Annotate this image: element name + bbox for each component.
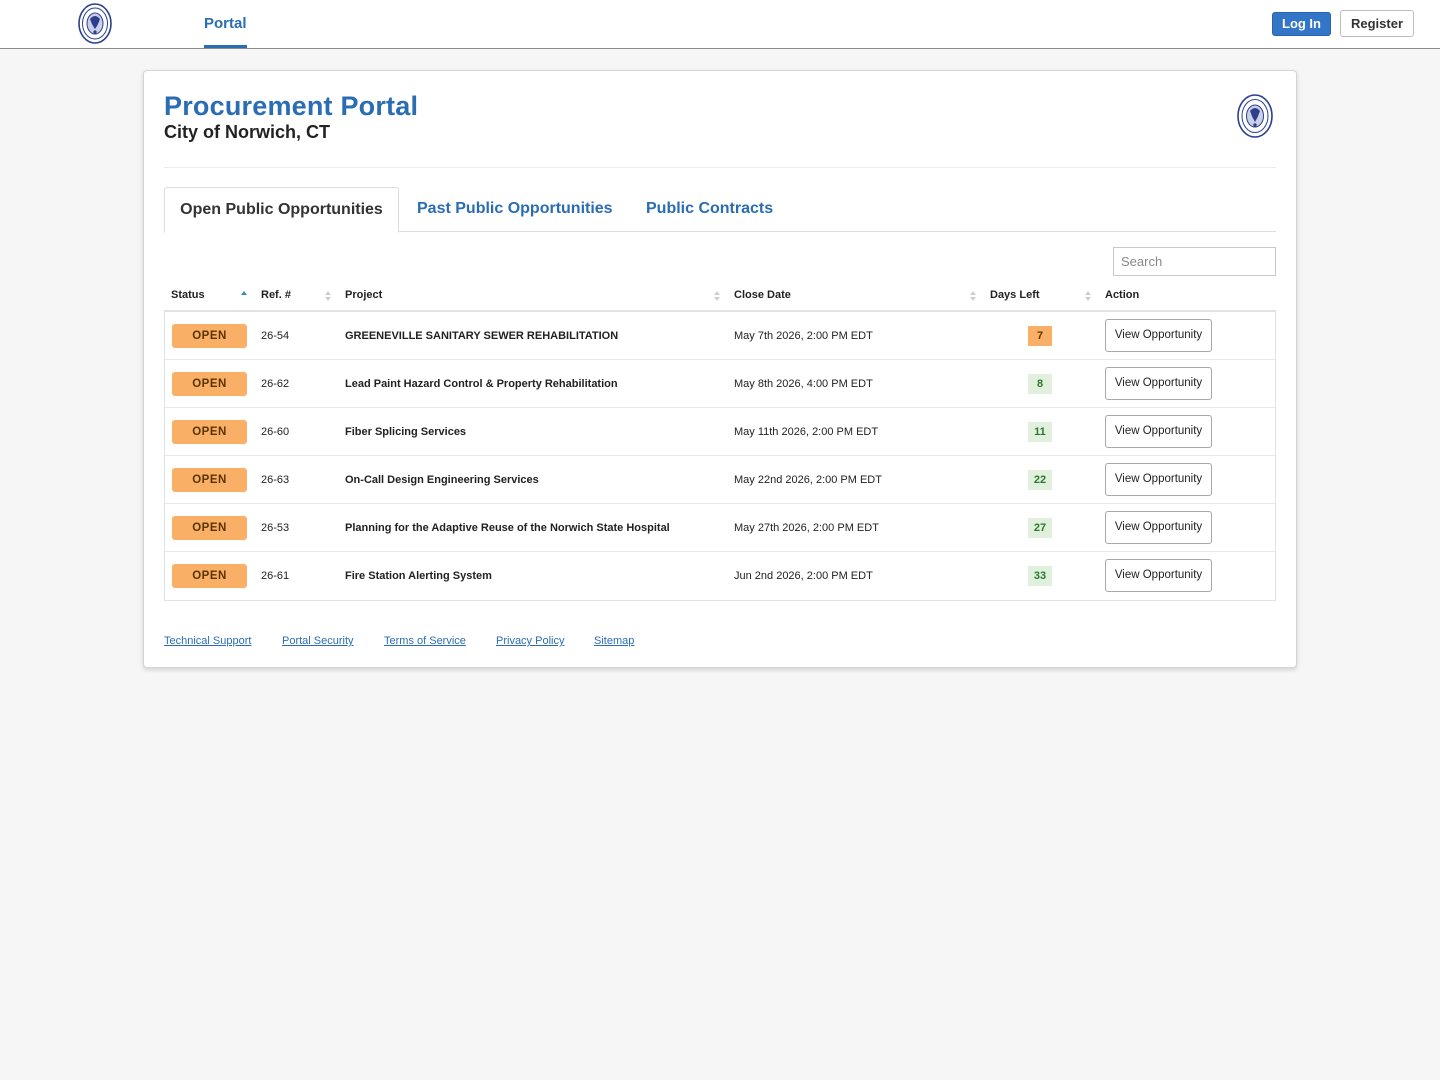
project-name: Fire Station Alerting System (345, 570, 492, 582)
table-body: OPEN 26-54 GREENEVILLE SANITARY SEWER RE… (164, 312, 1276, 601)
table-row: OPEN 26-63 On-Call Design Engineering Se… (165, 456, 1275, 504)
status-badge: OPEN (172, 420, 247, 444)
days-left-badge: 11 (1028, 422, 1052, 442)
footer-link-technical-support[interactable]: Technical Support (164, 635, 251, 647)
days-left-badge: 33 (1028, 566, 1052, 586)
register-button[interactable]: Register (1340, 10, 1414, 37)
opportunities-table: Status Ref. # Project Close Date Days Le… (164, 281, 1276, 601)
view-opportunity-button[interactable]: View Opportunity (1105, 559, 1212, 592)
column-header-label: Days Left (990, 289, 1040, 301)
tab-open-public-opportunities[interactable]: Open Public Opportunities (164, 187, 399, 233)
login-button[interactable]: Log In (1272, 12, 1331, 36)
nav-tab-active-indicator (204, 45, 247, 48)
view-opportunity-button[interactable]: View Opportunity (1105, 367, 1212, 400)
opportunity-tabs: Open Public Opportunities Past Public Op… (164, 187, 1276, 233)
ref-number: 26-54 (261, 330, 290, 342)
column-header-ref[interactable]: Ref. # (261, 281, 331, 310)
status-badge: OPEN (172, 372, 247, 396)
ref-number: 26-53 (261, 522, 290, 534)
close-date: May 27th 2026, 2:00 PM EDT (734, 522, 879, 534)
sort-arrows-icon[interactable] (324, 289, 332, 303)
column-header-close-date[interactable]: Close Date (734, 281, 954, 310)
status-badge: OPEN (172, 516, 247, 540)
column-header-status[interactable]: Status (171, 281, 251, 310)
close-date: May 8th 2026, 4:00 PM EDT (734, 378, 873, 390)
tab-public-contracts[interactable]: Public Contracts (646, 187, 773, 232)
search-input[interactable] (1113, 247, 1276, 276)
column-header-project[interactable]: Project (345, 281, 705, 310)
sort-arrows-icon[interactable] (1084, 289, 1092, 303)
sort-arrows-icon[interactable] (713, 289, 721, 303)
status-badge: OPEN (172, 468, 247, 492)
footer-link-terms-of-service[interactable]: Terms of Service (384, 635, 466, 647)
ref-number: 26-62 (261, 378, 290, 390)
project-name: On-Call Design Engineering Services (345, 474, 539, 486)
ref-number: 26-63 (261, 474, 290, 486)
days-left-badge: 22 (1028, 470, 1052, 490)
project-name: Planning for the Adaptive Reuse of the N… (345, 522, 670, 534)
project-name: GREENEVILLE SANITARY SEWER REHABILITATIO… (345, 330, 619, 342)
close-date: Jun 2nd 2026, 2:00 PM EDT (734, 570, 873, 582)
ref-number: 26-61 (261, 570, 290, 582)
view-opportunity-button[interactable]: View Opportunity (1105, 319, 1212, 352)
table-row: OPEN 26-60 Fiber Splicing Services May 1… (165, 408, 1275, 456)
column-header-label: Ref. # (261, 289, 291, 301)
view-opportunity-button[interactable]: View Opportunity (1105, 463, 1212, 496)
status-badge: OPEN (172, 324, 247, 348)
column-header-label: Close Date (734, 289, 791, 301)
nav-tab-portal-label: Portal (204, 15, 247, 32)
top-navbar: Portal Log In Register (0, 0, 1440, 49)
city-seal-icon[interactable] (77, 2, 113, 45)
sort-ascending-icon[interactable] (240, 289, 248, 303)
column-header-days-left[interactable]: Days Left (990, 281, 1080, 310)
column-header-label: Action (1105, 289, 1140, 301)
column-header-action: Action (1105, 281, 1195, 310)
tab-past-public-opportunities[interactable]: Past Public Opportunities (417, 187, 613, 232)
close-date: May 7th 2026, 2:00 PM EDT (734, 330, 873, 342)
days-left-badge: 27 (1028, 518, 1052, 538)
close-date: May 11th 2026, 2:00 PM EDT (734, 426, 879, 438)
table-row: OPEN 26-54 GREENEVILLE SANITARY SEWER RE… (165, 312, 1275, 360)
footer-link-privacy-policy[interactable]: Privacy Policy (496, 635, 564, 647)
view-opportunity-button[interactable]: View Opportunity (1105, 511, 1212, 544)
days-left-badge: 7 (1028, 326, 1052, 346)
footer-link-sitemap[interactable]: Sitemap (594, 635, 634, 647)
footer-link-portal-security[interactable]: Portal Security (282, 635, 354, 647)
page-subtitle: City of Norwich, CT (164, 122, 330, 142)
column-header-label: Status (171, 289, 205, 301)
table-row: OPEN 26-53 Planning for the Adaptive Reu… (165, 504, 1275, 552)
header-divider (164, 167, 1276, 168)
status-badge: OPEN (172, 564, 247, 588)
nav-tab-portal[interactable]: Portal (204, 0, 247, 48)
table-row: OPEN 26-61 Fire Station Alerting System … (165, 552, 1275, 600)
ref-number: 26-60 (261, 426, 290, 438)
project-name: Fiber Splicing Services (345, 426, 467, 438)
table-header: Status Ref. # Project Close Date Days Le… (164, 281, 1276, 312)
page-title: Procurement Portal (164, 91, 419, 121)
table-row: OPEN 26-62 Lead Paint Hazard Control & P… (165, 360, 1275, 408)
days-left-badge: 8 (1028, 374, 1052, 394)
column-header-label: Project (345, 289, 383, 301)
city-seal-icon (1237, 94, 1273, 138)
view-opportunity-button[interactable]: View Opportunity (1105, 415, 1212, 448)
procurement-card: Procurement Portal City of Norwich, CT O… (143, 70, 1297, 668)
sort-arrows-icon[interactable] (969, 289, 977, 303)
project-name: Lead Paint Hazard Control & Property Reh… (345, 378, 618, 390)
close-date: May 22nd 2026, 2:00 PM EDT (734, 474, 882, 486)
